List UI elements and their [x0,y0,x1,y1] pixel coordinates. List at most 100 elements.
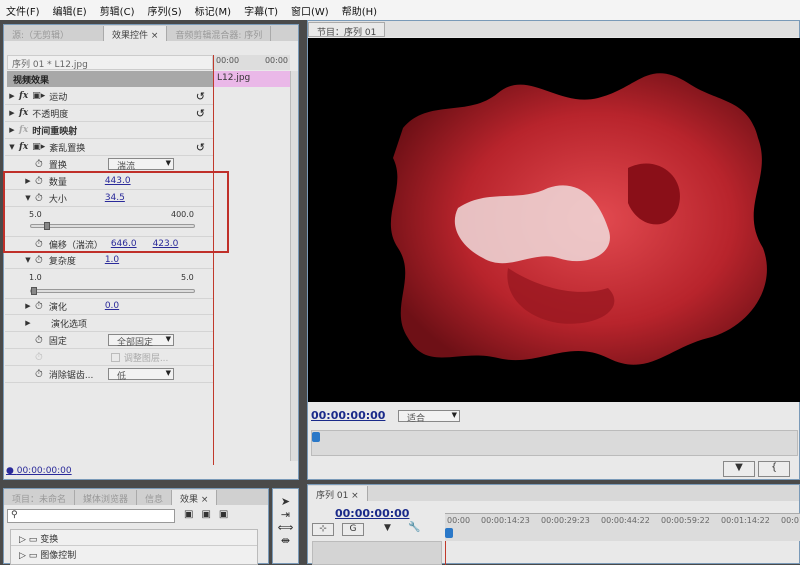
playhead-marker[interactable] [445,528,453,538]
menu-help[interactable]: 帮助(H) [342,3,377,18]
highlight-box [3,171,229,253]
playhead-line [213,55,214,465]
mark-in-button[interactable]: { [758,461,790,477]
stopwatch-icon[interactable]: ⏱ [35,159,43,170]
search-icon: ⚲ [11,510,18,520]
effect-controls-timecode[interactable]: ● 00:00:00:00 [6,466,72,476]
selection-tool-icon[interactable]: ➤ [273,495,298,508]
antialiasing-dropdown[interactable]: 低 [108,368,174,382]
stopwatch-icon: ⏱ [35,351,43,363]
preview-image [390,73,767,365]
list-item[interactable]: ▷ ▭ 图像控制 [11,546,257,562]
effects-list: ▷ ▭ 变换 ▷ ▭ 图像控制 [10,529,258,565]
stopwatch-icon[interactable]: ⏱ [35,301,43,312]
playhead-line [445,541,446,565]
ruler-label: 00:01: [781,516,800,525]
fx-icon: fx [19,125,29,135]
pinning-dropdown[interactable]: 全部固定 [108,334,174,348]
scrollbar[interactable] [290,71,298,461]
menu-bar: 文件(F) 编辑(E) 剪辑(C) 序列(S) 标记(M) 字幕(T) 窗口(W… [0,0,800,20]
param-evolution-options[interactable]: ▶ 演化选项 [5,315,213,332]
program-timecode[interactable]: 00:00:00:00 [311,409,385,422]
rolling-edit-tool-icon[interactable]: ⇼ [273,534,298,547]
tab-effect-controls[interactable]: 效果控件 × [104,26,168,41]
ruler-label: 00:00:44:22 [601,516,650,525]
tab-source[interactable]: 源:（无剪辑） [4,26,104,41]
tab-audio-mixer[interactable]: 音频剪辑混合器: 序列 [167,26,272,41]
list-item[interactable]: ▷ ▭ 变换 [11,530,257,546]
program-monitor: 节目：序列 01 00:00:00:00 适合 ▼ { [307,20,800,480]
menu-title[interactable]: 字幕(T) [244,3,278,18]
effect-motion[interactable]: ▶ fx ▣▸ 运动 ↺ [5,88,213,105]
menu-edit[interactable]: 编辑(E) [53,3,87,18]
track-headers [312,541,442,565]
marker-icon[interactable]: ▼ [384,523,391,533]
fx-icon: fx [19,142,29,152]
effect-opacity[interactable]: ▶ fx 不透明度 ↺ [5,105,213,122]
stopwatch-icon[interactable]: ⏱ [35,335,43,346]
ruler-label: 00:00:59:22 [661,516,710,525]
slider-thumb[interactable] [31,287,37,295]
program-time-ruler[interactable] [311,430,798,456]
ripple-edit-tool-icon[interactable]: ⟺ [273,521,298,534]
tab-program[interactable]: 节目：序列 01 [308,22,386,38]
ruler-label: 00:00 [447,516,471,525]
menu-clip[interactable]: 剪辑(C) [100,3,135,18]
effect-time-remap[interactable]: ▶ fx 时间重映射 [5,122,213,139]
complexity-value[interactable]: 1.0 [105,255,119,265]
playhead-marker[interactable] [312,432,320,442]
preset-bin-icons[interactable]: ▣▣▣ [184,509,236,520]
tools-panel: ➤ ⇥ ⟺ ⇼ [272,488,299,564]
param-evolution: ▶ ⏱ 演化 0.0 [5,298,213,315]
resize-layer-checkbox[interactable] [110,352,120,362]
timeline-timecode[interactable]: 00:00:00:00 [335,507,409,520]
menu-marker[interactable]: 标记(M) [195,3,231,18]
reset-icon[interactable]: ↺ [196,90,205,103]
stopwatch-icon[interactable]: ⏱ [35,369,43,380]
ruler-start: 00:00 [216,56,240,65]
timecode-text: 00:00:00:00 [16,466,72,476]
menu-file[interactable]: 文件(F) [6,3,40,18]
tab-effects[interactable]: 效果 × [172,490,218,505]
complexity-slider-row: 1.0 5.0 [5,269,213,299]
video-preview [308,38,800,402]
linked-selection-button[interactable]: G [342,523,364,536]
tab-sequence[interactable]: 序列 01 × [308,486,368,501]
clip-header: 序列 01 * L12.jpg [7,55,213,70]
reset-icon[interactable]: ↺ [196,141,205,154]
ruler-label: 00:00:29:23 [541,516,590,525]
complexity-min: 1.0 [29,273,42,282]
effect-turbulent-displace[interactable]: ▼ fx ▣▸ 紊乱置换 ↺ [5,139,213,156]
mini-timeline-ruler: 00:00 00:00 [214,55,290,70]
fx-icon: fx [19,91,29,101]
track-select-tool-icon[interactable]: ⇥ [273,508,298,521]
evolution-value[interactable]: 0.0 [105,301,119,311]
tab-info[interactable]: 信息 [137,490,173,505]
complexity-max: 5.0 [181,273,194,282]
menu-sequence[interactable]: 序列(S) [147,3,181,18]
tab-media-browser[interactable]: 媒体浏览器 [75,490,138,505]
zoom-fit-dropdown[interactable]: 适合 [398,410,460,424]
timeline-ruler[interactable]: 00:00 00:00:14:23 00:00:29:23 00:00:44:2… [445,513,800,541]
snap-button[interactable]: ⊹ [312,523,334,536]
folder-icon: ▭ [28,535,38,545]
param-resize-layer: ⏱ 调整图层... [5,349,213,366]
displacement-dropdown[interactable]: 湍流 [108,158,174,172]
param-complexity: ▼ ⏱ 复杂度 1.0 [5,252,213,269]
clip-bar[interactable]: L12.jpg [214,71,290,87]
reset-icon[interactable]: ↺ [196,107,205,120]
fx-icon: fx [19,108,29,118]
ruler-label: 00:01:14:22 [721,516,770,525]
tab-project[interactable]: 项目：未命名 [4,490,76,505]
add-marker-button[interactable]: ▼ [723,461,755,477]
transform-icon: ▣▸ [32,142,46,152]
menu-window[interactable]: 窗口(W) [291,3,329,18]
folder-icon: ▭ [28,551,38,561]
effects-search-input[interactable]: ⚲ [7,509,175,523]
ruler-end: 00:00 [264,56,288,65]
wrench-icon[interactable]: 🔧 [408,522,420,533]
stopwatch-icon[interactable]: ⏱ [35,255,43,266]
complexity-slider[interactable] [30,287,195,295]
timeline-panel: 序列 01 × 00:00:00:00 ⊹ G ▼ 🔧 00:00 00:00:… [307,484,800,565]
transform-icon: ▣▸ [32,91,46,101]
